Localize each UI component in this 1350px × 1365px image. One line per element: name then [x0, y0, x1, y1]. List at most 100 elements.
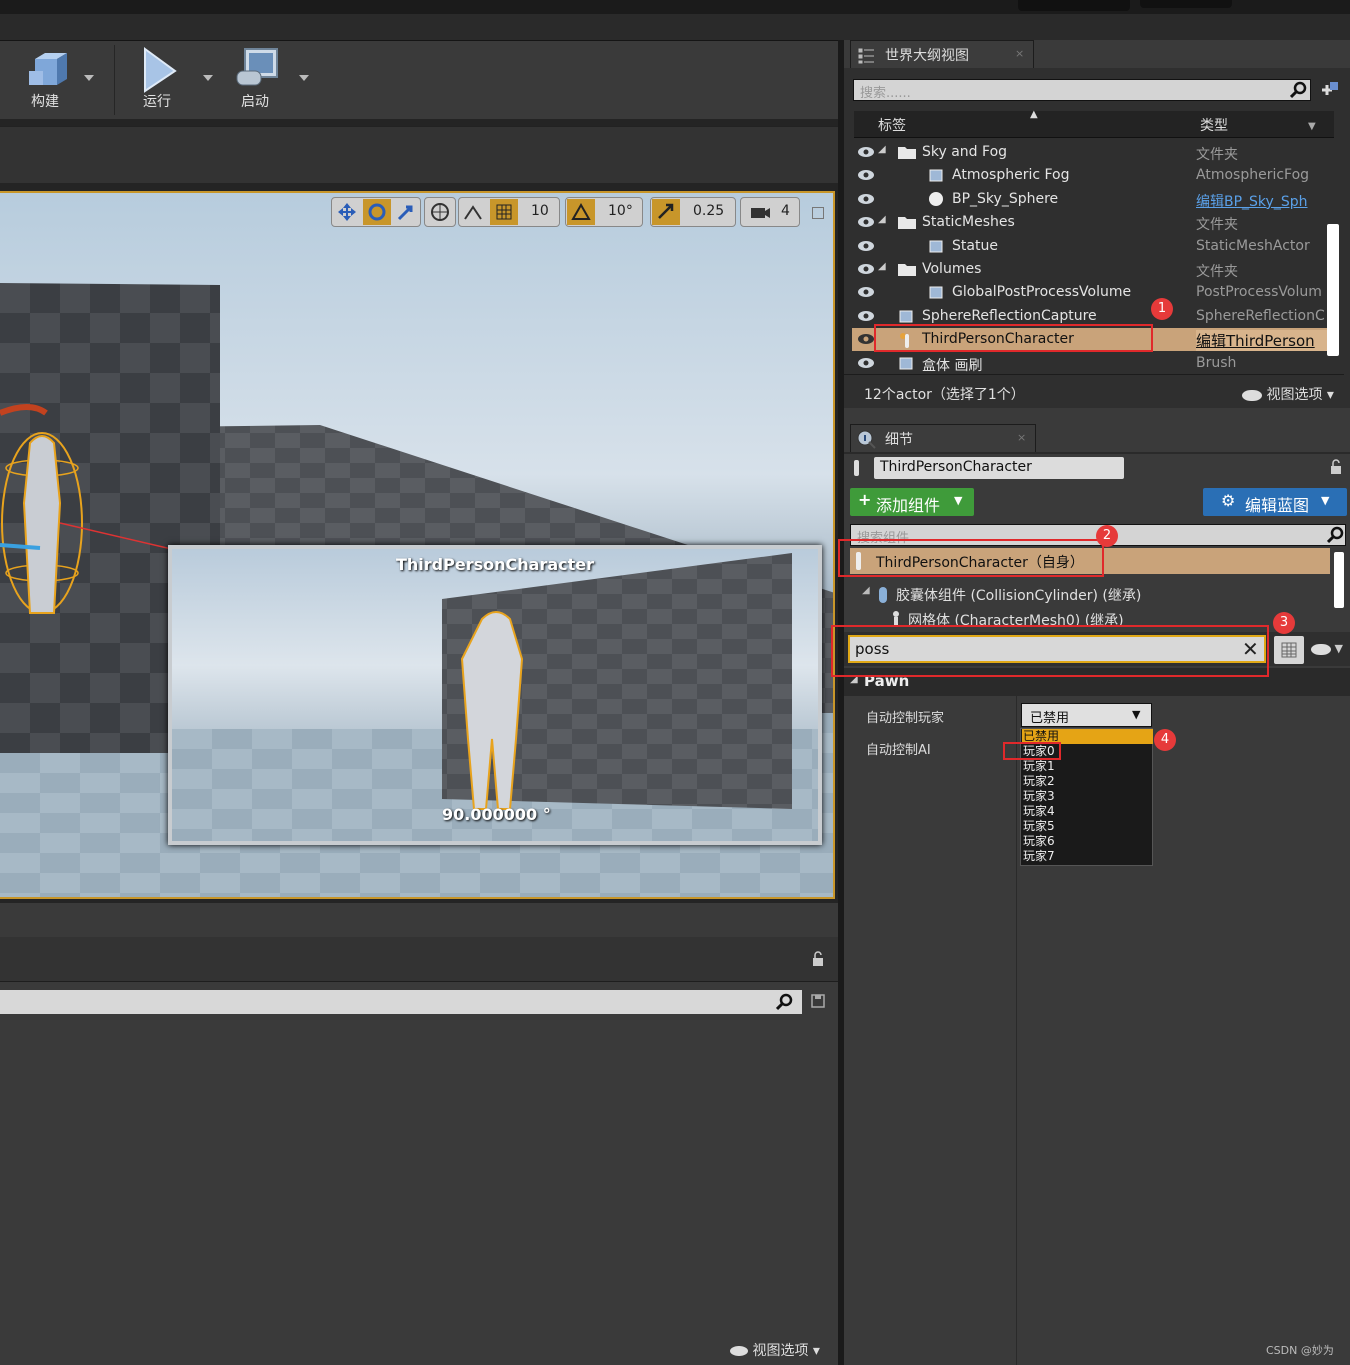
outliner-row[interactable]: 盒体 画刷 Brush — [852, 352, 1332, 375]
play-label: 运行 — [143, 94, 171, 110]
close-tab-icon[interactable]: × — [1017, 431, 1026, 444]
outliner-status: 12个actor（选择了1个） — [864, 387, 1025, 403]
outliner-row[interactable]: Atmospheric Fog AtmosphericFog — [852, 164, 1332, 187]
build-options-caret[interactable] — [84, 75, 94, 81]
outliner-scrollbar[interactable] — [1327, 224, 1339, 356]
annotation-badge-1: 1 — [1151, 298, 1173, 320]
outliner-row-type: AtmosphericFog — [1196, 167, 1310, 184]
add-actor-icon[interactable] — [1318, 80, 1340, 100]
actor-name-field[interactable]: ThirdPersonCharacter — [874, 457, 1124, 479]
outliner-row-name: StaticMeshes — [922, 214, 1015, 231]
column-options-icon[interactable]: ▼ — [1308, 121, 1316, 132]
outliner-row[interactable]: GlobalPostProcessVolume PostProcessVolum — [852, 281, 1332, 304]
annotation-box-2 — [838, 539, 1104, 577]
outliner-row[interactable]: Statue StaticMeshActor — [852, 235, 1332, 258]
scale-tool-icon[interactable] — [394, 201, 418, 223]
expand-arrow-icon[interactable]: ◢ — [878, 214, 886, 225]
component-row-capsule[interactable]: ◢ 胶囊体组件 (CollisionCylinder) (继承) — [850, 584, 1330, 606]
tab-details[interactable]: 细节 × — [850, 424, 1036, 453]
scale-snap-icon[interactable] — [652, 199, 680, 225]
outliner-row[interactable]: ◢ Sky and Fog 文件夹 — [852, 141, 1332, 164]
camera-speed-value[interactable]: 4 — [781, 203, 790, 219]
search-icon[interactable] — [775, 993, 794, 1011]
play-button[interactable]: 运行 — [112, 41, 202, 119]
outliner-row-type[interactable]: 编辑ThirdPerson — [1196, 330, 1328, 352]
annotation-box-3 — [831, 625, 1269, 677]
secondary-toolbar — [0, 126, 838, 183]
camera-speed-icon[interactable] — [747, 203, 771, 221]
dropdown-option[interactable]: 玩家2 — [1022, 774, 1153, 789]
visibility-eye-icon[interactable] — [857, 286, 874, 298]
expand-arrow-icon[interactable]: ◢ — [878, 144, 886, 155]
preview-angle: 90.000000 ° — [442, 805, 551, 824]
dropdown-option[interactable]: 玩家7 — [1022, 849, 1153, 864]
tab-world-outliner[interactable]: 世界大纲视图 × — [850, 40, 1034, 69]
property-matrix-button[interactable] — [1274, 636, 1304, 664]
world-space-icon[interactable] — [424, 197, 456, 227]
outliner-row[interactable]: ◢ Volumes 文件夹 — [852, 258, 1332, 281]
surface-snap-icon[interactable] — [461, 201, 487, 223]
scale-snap-value[interactable]: 0.25 — [693, 203, 724, 219]
launch-button[interactable]: 启动 — [210, 41, 300, 119]
eye-icon — [1242, 389, 1262, 401]
visibility-eye-icon[interactable] — [857, 216, 874, 228]
visibility-eye-icon[interactable] — [857, 263, 874, 274]
col-label-header[interactable]: 标签 — [878, 115, 906, 135]
top-tab-1[interactable] — [1018, 0, 1130, 11]
details-view-options[interactable]: ▼ — [1311, 642, 1349, 658]
level-viewport[interactable]: ThirdPersonCharacter 90.000000 ° — [0, 191, 835, 899]
build-button[interactable]: 构建 — [0, 41, 90, 119]
close-tab-icon[interactable]: × — [1015, 47, 1024, 60]
content-search-input[interactable] — [0, 990, 802, 1014]
visibility-eye-icon[interactable] — [857, 193, 874, 204]
outliner-row-name: BP_Sky_Sphere — [952, 190, 1059, 207]
build-icon — [29, 53, 67, 85]
outliner-search-input[interactable]: 搜索...... — [853, 79, 1311, 101]
outliner-view-options[interactable]: 视图选项 ▾ — [1242, 384, 1334, 404]
visibility-eye-icon[interactable] — [857, 240, 874, 251]
rotation-snap-value[interactable]: 10° — [608, 203, 633, 219]
eye-icon — [730, 1346, 748, 1356]
outliner-row[interactable]: BP_Sky_Sphere 编辑BP_Sky_Sph — [852, 188, 1332, 211]
outliner-row-name: GlobalPostProcessVolume — [952, 284, 1132, 301]
grid-snap-group: 10 — [458, 197, 560, 227]
visibility-eye-icon[interactable] — [857, 310, 874, 321]
dropdown-option[interactable]: 玩家6 — [1022, 834, 1153, 849]
visibility-eye-icon[interactable] — [857, 146, 874, 157]
sphere-icon — [927, 191, 945, 211]
content-view-options[interactable]: 视图选项 ▾ — [730, 1340, 830, 1359]
components-scrollbar[interactable] — [1334, 552, 1344, 608]
col-type-header[interactable]: 类型 — [1200, 115, 1228, 135]
grid-snap-icon[interactable] — [490, 199, 518, 225]
lock-icon[interactable] — [810, 951, 826, 967]
outliner-row[interactable]: ◢ StaticMeshes 文件夹 — [852, 211, 1332, 234]
chevron-down-icon: ▼ — [954, 494, 963, 507]
dropdown-option[interactable]: 玩家5 — [1022, 819, 1153, 834]
expand-arrow-icon[interactable]: ◢ — [878, 261, 886, 272]
outliner-row-name: Statue — [952, 237, 998, 254]
maximize-viewport-icon[interactable] — [812, 207, 824, 219]
folder-icon — [897, 214, 917, 234]
auto-possess-player-dropdown[interactable]: 已禁用 ▼ — [1021, 703, 1152, 727]
visibility-eye-icon[interactable] — [857, 169, 874, 181]
expand-arrow-icon[interactable]: ◢ — [862, 585, 870, 596]
visibility-eye-icon[interactable] — [857, 333, 874, 345]
lock-icon[interactable] — [1328, 458, 1344, 476]
add-component-button[interactable]: + 添加组件 ▼ — [850, 488, 974, 516]
outliner-row-type[interactable]: 编辑BP_Sky_Sph — [1196, 191, 1328, 211]
move-tool-icon[interactable] — [335, 201, 359, 223]
save-icon[interactable] — [810, 993, 826, 1009]
dropdown-option[interactable]: 玩家4 — [1022, 804, 1153, 819]
volume-icon — [927, 284, 945, 304]
grid-snap-value[interactable]: 10 — [531, 203, 549, 219]
outliner-row-name: 盒体 画刷 — [922, 357, 983, 374]
rotate-tool-icon[interactable] — [363, 199, 391, 225]
visibility-eye-icon[interactable] — [857, 357, 874, 368]
dropdown-option[interactable]: 玩家3 — [1022, 789, 1153, 804]
top-tab-2[interactable] — [1140, 0, 1232, 8]
info-icon — [857, 430, 876, 449]
launch-options-caret[interactable] — [299, 75, 309, 81]
rotation-snap-icon[interactable] — [567, 199, 595, 225]
edit-blueprint-button[interactable]: ⚙ 编辑蓝图 ▼ — [1203, 488, 1347, 516]
dropdown-option[interactable]: 玩家1 — [1022, 759, 1153, 774]
